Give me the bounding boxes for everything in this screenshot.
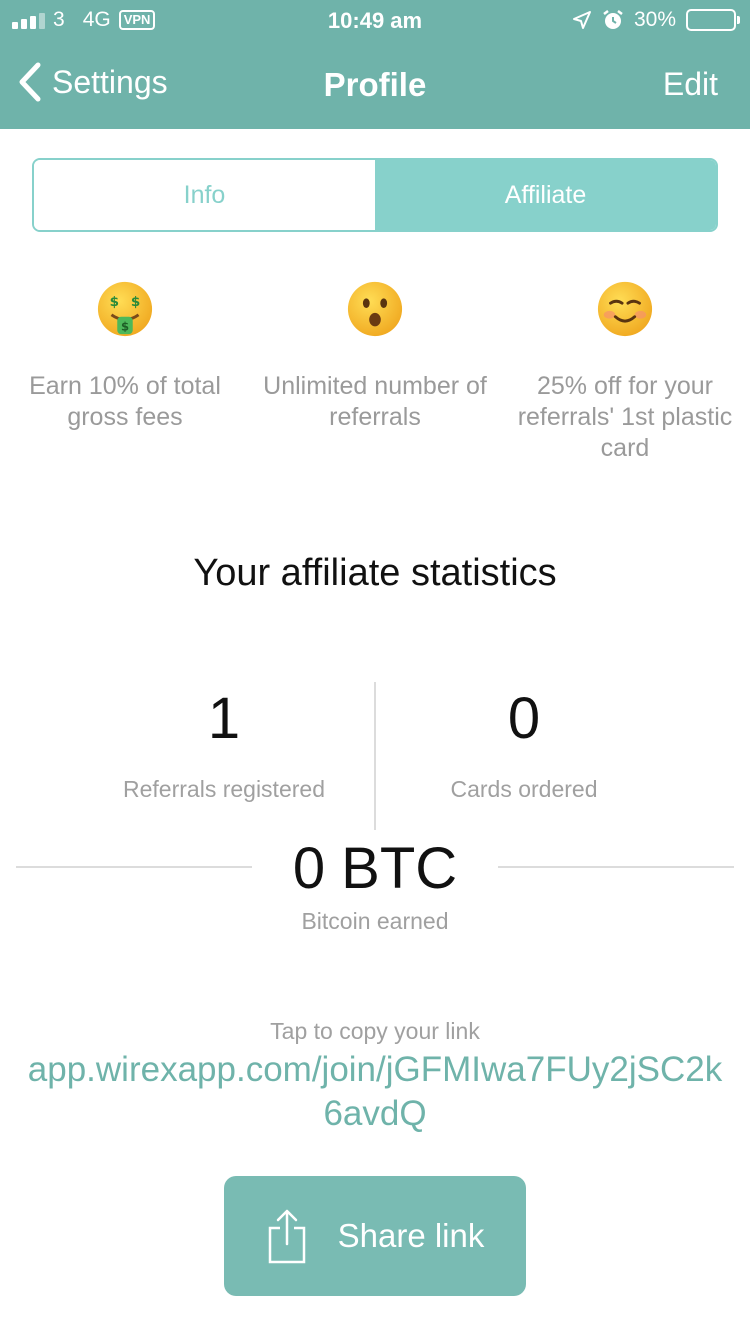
bitcoin-label: Bitcoin earned	[301, 908, 449, 934]
cards-label: Cards ordered	[450, 776, 598, 802]
location-icon	[572, 11, 591, 29]
money-mouth-face-icon: $ $ $	[97, 281, 153, 337]
svg-text:$: $	[131, 294, 140, 310]
share-link-button[interactable]: Share link	[224, 1176, 526, 1296]
tab-affiliate[interactable]: Affiliate	[375, 160, 716, 230]
status-right: 30%	[572, 8, 740, 32]
benefit-referrals: Unlimited number of referrals	[260, 280, 490, 433]
benefit-fees: $ $ $ Earn 10% of total gross fees	[10, 280, 240, 433]
surprised-face-icon	[347, 281, 403, 337]
status-bar: 3 4G VPN 10:49 am 30%	[0, 0, 750, 40]
battery-percent: 30%	[633, 8, 676, 31]
svg-text:$: $	[121, 319, 129, 333]
benefit-card: 25% off for your referrals' 1st plastic …	[510, 280, 740, 464]
share-label: Share link	[337, 1217, 485, 1254]
segmented-control: Info Affiliate	[32, 158, 718, 232]
bitcoin-value: 0 BTC	[292, 836, 458, 901]
alarm-icon	[603, 10, 623, 29]
referrals-value: 1	[207, 686, 241, 751]
stat-referrals: 1 Referrals registered	[74, 684, 374, 803]
share-icon	[268, 1209, 305, 1264]
svg-text:$: $	[110, 294, 119, 310]
stat-cards: 0 Cards ordered	[374, 684, 674, 803]
benefit-card-text: 25% off for your referrals' 1st plastic …	[517, 372, 733, 462]
benefit-fees-text: Earn 10% of total gross fees	[29, 372, 221, 431]
page-title: Profile	[323, 66, 427, 103]
battery-icon	[686, 9, 740, 31]
smiling-face-icon	[597, 281, 653, 337]
stats-title: Your affiliate statistics	[193, 552, 557, 594]
cards-value: 0	[507, 686, 541, 751]
stat-bitcoin: 0 BTC Bitcoin earned	[0, 834, 750, 935]
tab-info[interactable]: Info	[34, 160, 375, 230]
top-bar: 3 4G VPN 10:49 am 30% Settings Profile E…	[0, 0, 750, 129]
nav-bar: Settings Profile Edit	[0, 40, 750, 129]
referrals-label: Referrals registered	[123, 776, 325, 802]
affiliate-link[interactable]: app.wirexapp.com/join/jGFMIwa7FUy2jSC2k6…	[20, 1048, 730, 1136]
copy-link-hint: Tap to copy your link	[270, 1018, 480, 1044]
edit-button[interactable]: Edit	[663, 66, 718, 103]
benefit-referrals-text: Unlimited number of referrals	[263, 372, 487, 431]
